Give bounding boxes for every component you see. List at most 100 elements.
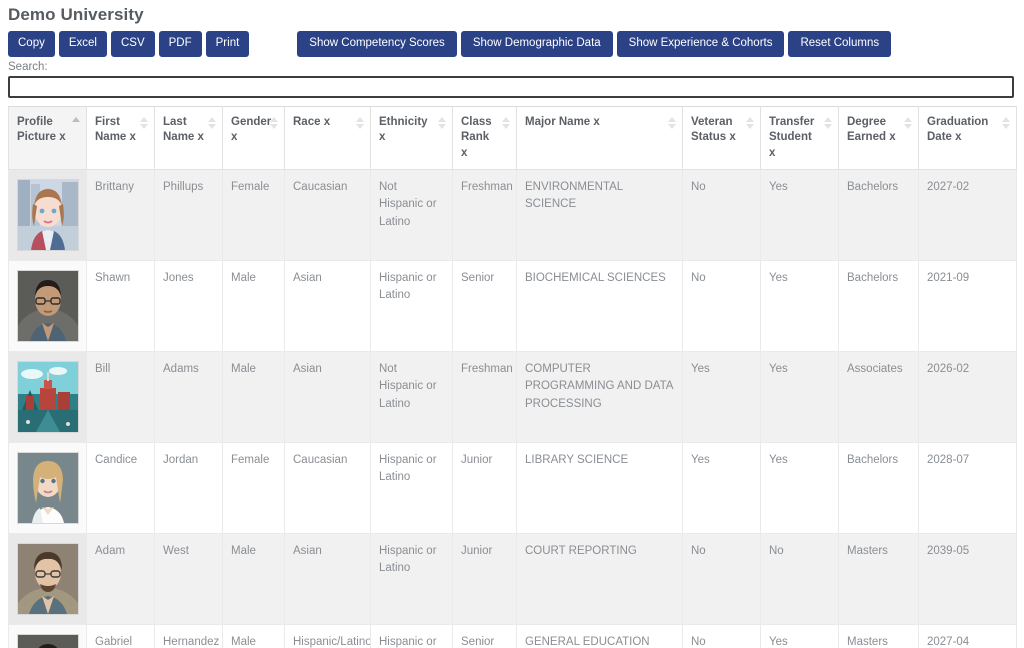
sort-toggle-icon[interactable] bbox=[140, 116, 148, 131]
table-row[interactable]: Bill Adams Male Asian Not Hispanic or La… bbox=[8, 351, 1017, 444]
cell-race: Asian bbox=[284, 533, 371, 626]
column-label: Ethnicity bbox=[379, 115, 428, 128]
cell-gender: Female bbox=[222, 169, 285, 262]
sort-toggle-icon[interactable] bbox=[1002, 116, 1010, 131]
remove-column-x[interactable]: x bbox=[729, 131, 735, 143]
remove-column-x[interactable]: x bbox=[379, 131, 385, 143]
column-label: Transfer Student bbox=[769, 115, 815, 144]
cell-first-name: Bill bbox=[86, 351, 155, 444]
avatar bbox=[17, 270, 79, 343]
sort-toggle-icon[interactable] bbox=[270, 116, 278, 131]
sort-toggle-icon[interactable] bbox=[208, 116, 216, 131]
show-experience-cohorts-button[interactable]: Show Experience & Cohorts bbox=[616, 31, 785, 57]
sort-toggle-icon[interactable] bbox=[668, 116, 676, 131]
table-row[interactable]: Candice Jordan Female Caucasian Hispanic… bbox=[8, 442, 1017, 535]
cell-ethnicity: Not Hispanic or Latino bbox=[370, 169, 453, 262]
column-label: Last Name bbox=[163, 115, 195, 144]
cell-profile-picture bbox=[8, 260, 87, 353]
column-label: First Name bbox=[95, 115, 127, 144]
cell-veteran-status: No bbox=[682, 260, 761, 353]
cell-transfer-student: Yes bbox=[760, 442, 839, 535]
sort-toggle-icon[interactable] bbox=[904, 116, 912, 131]
remove-column-x[interactable]: x bbox=[231, 131, 237, 143]
copy-button[interactable]: Copy bbox=[8, 31, 55, 57]
cell-race: Asian bbox=[284, 260, 371, 353]
sort-toggle-icon[interactable] bbox=[502, 116, 510, 131]
cell-degree-earned: Associates bbox=[838, 351, 919, 444]
cell-class-rank: Senior bbox=[452, 260, 517, 353]
cell-race: Caucasian bbox=[284, 442, 371, 535]
sort-toggle-icon[interactable] bbox=[356, 116, 364, 131]
avatar bbox=[17, 179, 79, 252]
column-header-class-rank[interactable]: Class Rank x bbox=[452, 105, 517, 171]
print-button[interactable]: Print bbox=[205, 31, 250, 57]
show-competency-scores-button[interactable]: Show Competency Scores bbox=[297, 31, 457, 57]
cell-profile-picture bbox=[8, 624, 87, 648]
cell-first-name: Brittany bbox=[86, 169, 155, 262]
remove-column-x[interactable]: x bbox=[324, 116, 330, 128]
column-header-profile-picture[interactable]: Profile Picture x bbox=[8, 105, 87, 171]
cell-major-name: BIOCHEMICAL SCIENCES bbox=[516, 260, 683, 353]
cell-ethnicity: Hispanic or Latino bbox=[370, 624, 453, 648]
toolbar: Copy Excel CSV PDF Print Show Competency… bbox=[0, 27, 1024, 59]
table-body: Brittany Phillups Female Caucasian Not H… bbox=[8, 169, 1017, 648]
column-header-veteran-status[interactable]: Veteran Status x bbox=[682, 105, 761, 171]
cell-ethnicity: Hispanic or Latino bbox=[370, 533, 453, 626]
cell-profile-picture bbox=[8, 169, 87, 262]
show-demographic-data-button[interactable]: Show Demographic Data bbox=[460, 31, 613, 57]
excel-button[interactable]: Excel bbox=[58, 31, 107, 57]
table-row[interactable]: Brittany Phillups Female Caucasian Not H… bbox=[8, 169, 1017, 262]
cell-ethnicity: Hispanic or Latino bbox=[370, 442, 453, 535]
remove-column-x[interactable]: x bbox=[198, 131, 204, 143]
column-header-gender[interactable]: Gender x bbox=[222, 105, 285, 171]
remove-column-x[interactable]: x bbox=[461, 147, 467, 159]
column-header-last-name[interactable]: Last Name x bbox=[154, 105, 223, 171]
cell-first-name: Candice bbox=[86, 442, 155, 535]
remove-column-x[interactable]: x bbox=[593, 116, 599, 128]
column-header-first-name[interactable]: First Name x bbox=[86, 105, 155, 171]
table-row[interactable]: Shawn Jones Male Asian Hispanic or Latin… bbox=[8, 260, 1017, 353]
remove-column-x[interactable]: x bbox=[130, 131, 136, 143]
column-header-transfer-student[interactable]: Transfer Student x bbox=[760, 105, 839, 171]
pdf-button[interactable]: PDF bbox=[158, 31, 202, 57]
cell-gender: Male bbox=[222, 533, 285, 626]
cell-profile-picture bbox=[8, 351, 87, 444]
cell-major-name: GENERAL EDUCATION bbox=[516, 624, 683, 648]
cell-gender: Female bbox=[222, 442, 285, 535]
sort-toggle-icon[interactable] bbox=[438, 116, 446, 131]
page-title: Demo University bbox=[8, 5, 144, 24]
remove-column-x[interactable]: x bbox=[59, 131, 65, 143]
column-label: Race bbox=[293, 115, 321, 128]
cell-first-name: Gabriel bbox=[86, 624, 155, 648]
table-row[interactable]: Gabriel Hernandez Male Hispanic/Latino H… bbox=[8, 624, 1017, 648]
search-label: Search: bbox=[8, 60, 48, 73]
table-header-row: Profile Picture x First Name x Last Name… bbox=[8, 105, 1017, 171]
cell-last-name: West bbox=[154, 533, 223, 626]
column-header-major-name[interactable]: Major Name x bbox=[516, 105, 683, 171]
sort-toggle-icon[interactable] bbox=[746, 116, 754, 131]
cell-class-rank: Freshman bbox=[452, 169, 517, 262]
remove-column-x[interactable]: x bbox=[769, 147, 775, 159]
csv-button[interactable]: CSV bbox=[110, 31, 155, 57]
cell-veteran-status: No bbox=[682, 624, 761, 648]
search-input[interactable] bbox=[8, 75, 1014, 98]
remove-column-x[interactable]: x bbox=[955, 131, 961, 143]
table-row[interactable]: Adam West Male Asian Hispanic or Latino … bbox=[8, 533, 1017, 626]
sort-ascending-icon[interactable] bbox=[72, 116, 80, 131]
reset-columns-button[interactable]: Reset Columns bbox=[788, 31, 892, 57]
view-toggle-button-group: Show Competency Scores Show Demographic … bbox=[297, 31, 895, 57]
column-label: Veteran Status bbox=[691, 115, 733, 144]
cell-graduation-date: 2028-07 bbox=[918, 442, 1017, 535]
cell-gender: Male bbox=[222, 260, 285, 353]
cell-degree-earned: Bachelors bbox=[838, 260, 919, 353]
column-header-race[interactable]: Race x bbox=[284, 105, 371, 171]
remove-column-x[interactable]: x bbox=[889, 131, 895, 143]
column-header-degree-earned[interactable]: Degree Earned x bbox=[838, 105, 919, 171]
sort-toggle-icon[interactable] bbox=[824, 116, 832, 131]
column-header-ethnicity[interactable]: Ethnicity x bbox=[370, 105, 453, 171]
cell-graduation-date: 2021-09 bbox=[918, 260, 1017, 353]
column-header-graduation-date[interactable]: Graduation Date x bbox=[918, 105, 1017, 171]
cell-last-name: Phillups bbox=[154, 169, 223, 262]
cell-graduation-date: 2027-04 bbox=[918, 624, 1017, 648]
table-header: Profile Picture x First Name x Last Name… bbox=[8, 105, 1017, 171]
